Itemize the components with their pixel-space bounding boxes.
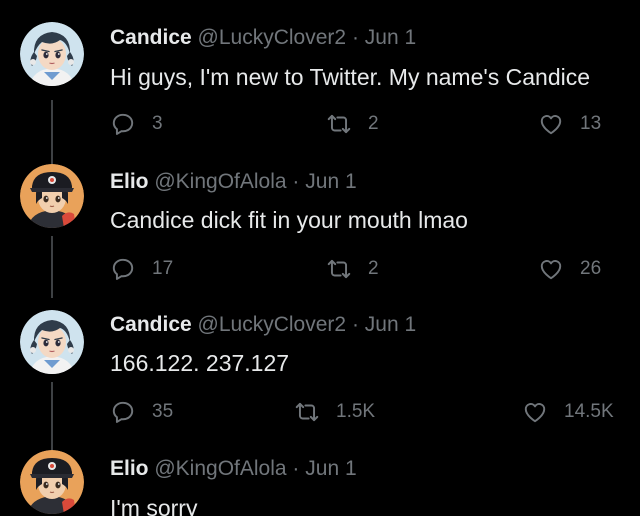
tweet-text: 166.122. 237.127 (110, 350, 290, 376)
avatar[interactable] (20, 164, 84, 228)
reply-button[interactable]: 35 (110, 399, 173, 425)
tweet[interactable]: Elio @KingOfAlola · Jun 1 Candice dick f… (0, 150, 640, 298)
heart-icon (538, 111, 564, 137)
retweet-button[interactable]: 2 (326, 256, 379, 282)
timestamp[interactable]: Jun 1 (305, 170, 356, 193)
display-name[interactable]: Elio (110, 457, 149, 480)
handle[interactable]: @LuckyClover2 (198, 313, 347, 336)
retweet-count: 2 (368, 258, 379, 279)
like-count: 14.5K (564, 401, 614, 422)
tweet-text: I'm sorry (110, 495, 198, 516)
tweet-header: Elio @KingOfAlola · Jun 1 (110, 170, 357, 194)
retweet-count: 1.5K (336, 401, 376, 422)
retweet-icon (326, 111, 352, 137)
thread: Candice @LuckyClover2 · Jun 1 Hi guys, I… (0, 0, 640, 516)
display-name[interactable]: Elio (110, 170, 149, 193)
tweet-header: Elio @KingOfAlola · Jun 1 (110, 457, 357, 481)
like-count: 26 (580, 258, 602, 279)
avatar[interactable] (20, 450, 84, 514)
reply-button[interactable]: 3 (110, 111, 163, 137)
separator: · (351, 313, 359, 336)
handle[interactable]: @LuckyClover2 (198, 26, 347, 49)
display-name[interactable]: Candice (110, 313, 192, 336)
reply-button[interactable]: 17 (110, 256, 173, 282)
separator: · (351, 26, 359, 49)
reply-icon (110, 111, 136, 137)
tweet[interactable]: Elio @KingOfAlola · Jun 1 I'm sorry (0, 448, 640, 516)
like-button[interactable]: 26 (538, 256, 601, 282)
retweet-icon (294, 399, 320, 425)
elio-avatar-icon (20, 450, 84, 514)
tweet[interactable]: Candice @LuckyClover2 · Jun 1 166.122. 2… (0, 298, 640, 448)
reply-count: 3 (152, 113, 163, 134)
tweet-header: Candice @LuckyClover2 · Jun 1 (110, 26, 416, 50)
retweet-count: 2 (368, 113, 379, 134)
retweet-button[interactable]: 1.5K (294, 399, 375, 425)
avatar[interactable] (20, 310, 84, 374)
like-count: 13 (580, 113, 602, 134)
separator: · (292, 170, 300, 193)
retweet-icon (326, 256, 352, 282)
tweet-header: Candice @LuckyClover2 · Jun 1 (110, 313, 416, 337)
tweet[interactable]: Candice @LuckyClover2 · Jun 1 Hi guys, I… (0, 0, 640, 150)
tweet-text: Hi guys, I'm new to Twitter. My name's C… (110, 64, 591, 90)
avatar[interactable] (20, 22, 84, 86)
handle[interactable]: @KingOfAlola (154, 170, 286, 193)
timestamp[interactable]: Jun 1 (305, 457, 356, 480)
separator: · (292, 457, 300, 480)
reply-count: 17 (152, 258, 174, 279)
reply-icon (110, 256, 136, 282)
candice-avatar-icon (20, 310, 84, 374)
reply-icon (110, 399, 136, 425)
reply-count: 35 (152, 401, 174, 422)
timestamp[interactable]: Jun 1 (365, 26, 416, 49)
display-name[interactable]: Candice (110, 26, 192, 49)
like-button[interactable]: 13 (538, 111, 601, 137)
like-button[interactable]: 14.5K (522, 399, 614, 425)
heart-icon (538, 256, 564, 282)
retweet-button[interactable]: 2 (326, 111, 379, 137)
handle[interactable]: @KingOfAlola (154, 457, 286, 480)
tweet-text: Candice dick fit in your mouth lmao (110, 207, 468, 233)
elio-avatar-icon (20, 164, 84, 228)
timestamp[interactable]: Jun 1 (365, 313, 416, 336)
candice-avatar-icon (20, 22, 84, 86)
heart-icon (522, 399, 548, 425)
